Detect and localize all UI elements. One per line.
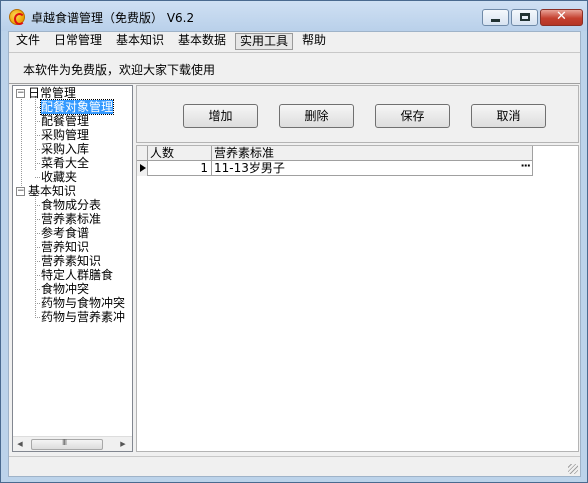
add-button[interactable]: 增加 [183,104,258,128]
app-window: 卓越食谱管理（免费版） V6.2 ✕ 文件 日常管理 基本知识 基本数据 实用工… [0,0,588,483]
menu-utilities[interactable]: 实用工具 [235,33,294,50]
tree-item-dishes[interactable]: 菜肴大全 [41,157,89,171]
tree-horizontal-scrollbar[interactable]: ◀ III ▶ [13,436,132,451]
cell-count[interactable]: 1 [148,161,212,176]
minimize-icon [491,19,500,22]
scroll-grip-icon: III [62,438,67,447]
action-toolbar: 增加 删除 保存 取消 [136,85,579,143]
menu-basic-knowledge[interactable]: 基本知识 [112,33,168,50]
ellipsis-button[interactable]: ··· [520,159,531,173]
tree-item-special-diet[interactable]: 特定人群膳食 [41,269,113,283]
notice-bar: 本软件为免费版，欢迎大家下载使用 [9,52,580,84]
tree-item-meal-plan[interactable]: 配餐管理 [41,115,89,129]
grid-header: 人数 营养素标准 [137,146,533,161]
tree-connector [35,219,40,220]
tree-connector [35,233,40,234]
tree-connector [35,163,40,164]
tree-item-favorites[interactable]: 收藏夹 [41,171,77,185]
tree-connector [35,317,40,318]
row-header-corner [137,146,148,161]
tree-group-label: 基本知识 [28,184,77,198]
notice-text: 本软件为免费版，欢迎大家下载使用 [23,63,216,77]
tree-connector [35,303,40,304]
cancel-button[interactable]: 取消 [471,104,546,128]
scroll-right-icon[interactable]: ▶ [116,437,130,451]
navigation-tree: − 日常管理 配餐对象管理 配餐管理 采购管理 采购入库 菜肴大全 收藏夹 − … [12,85,133,452]
tree-connector [35,177,40,178]
close-icon: ✕ [556,9,567,24]
tree-item-purchase[interactable]: 采购管理 [41,129,89,143]
current-row-indicator [137,161,148,176]
tree-connector [35,121,40,122]
menu-bar: 文件 日常管理 基本知识 基本数据 实用工具 帮助 [9,32,580,51]
tree-connector [35,247,40,248]
collapse-icon[interactable]: − [16,89,25,98]
tree-connector [35,261,40,262]
app-logo-icon [9,9,25,25]
tree-item-purchase-stock[interactable]: 采购入库 [41,143,89,157]
window-title: 卓越食谱管理（免费版） V6.2 [31,11,195,25]
title-bar[interactable]: 卓越食谱管理（免费版） V6.2 ✕ [1,1,587,31]
scroll-thumb[interactable]: III [31,438,103,450]
column-header-nutrient-standard[interactable]: 营养素标准 [212,146,533,161]
minimize-button[interactable] [482,9,509,26]
scroll-left-icon[interactable]: ◀ [13,437,27,451]
menu-basic-data[interactable]: 基本数据 [174,33,230,50]
tree-connector [35,107,40,108]
table-row[interactable]: 1 11-13岁男子 ··· [137,159,533,176]
client-area: 文件 日常管理 基本知识 基本数据 实用工具 帮助 本软件为免费版，欢迎大家下载… [8,31,581,477]
tree-item-food-composition[interactable]: 食物成分表 [41,199,101,213]
save-button[interactable]: 保存 [375,104,450,128]
close-button[interactable]: ✕ [540,9,583,26]
tree-item-nutrient-standard[interactable]: 营养素标准 [41,213,101,227]
tree-group-label: 日常管理 [28,86,77,100]
tree-connector [35,135,40,136]
menu-help[interactable]: 帮助 [298,33,330,50]
cell-nutrient-standard-value: 11-13岁男子 [214,161,285,175]
tree-item-nutrition-knowledge[interactable]: 营养知识 [41,241,89,255]
tree-item-drug-food-conflict[interactable]: 药物与食物冲突 [41,297,125,311]
status-bar [9,456,580,476]
tree-connector [35,289,40,290]
tree-item-diet-target[interactable]: 配餐对象管理 [39,99,115,115]
maximize-icon [520,13,530,21]
resize-grip-icon[interactable] [568,464,578,474]
menu-daily-management[interactable]: 日常管理 [50,33,106,50]
tree-connector [35,205,40,206]
tree-connector [35,275,40,276]
tree-connector [35,194,36,318]
tree-item-nutrient-knowledge[interactable]: 营养素知识 [41,255,101,269]
collapse-icon[interactable]: − [16,187,25,196]
tree-connector [35,149,40,150]
menu-file[interactable]: 文件 [12,33,44,50]
cell-nutrient-standard[interactable]: 11-13岁男子 ··· [212,159,533,176]
tree-item-reference-recipes[interactable]: 参考食谱 [41,227,89,241]
tree-connector [21,99,22,190]
data-grid: 人数 营养素标准 1 11-13岁男子 ··· [136,145,579,452]
delete-button[interactable]: 删除 [279,104,354,128]
tree-item-drug-nutrient-conflict[interactable]: 药物与营养素冲 [41,311,125,325]
maximize-button[interactable] [511,9,538,26]
tree-item-food-conflict[interactable]: 食物冲突 [41,283,89,297]
row-pointer-icon [140,164,146,172]
column-header-count[interactable]: 人数 [148,146,212,161]
